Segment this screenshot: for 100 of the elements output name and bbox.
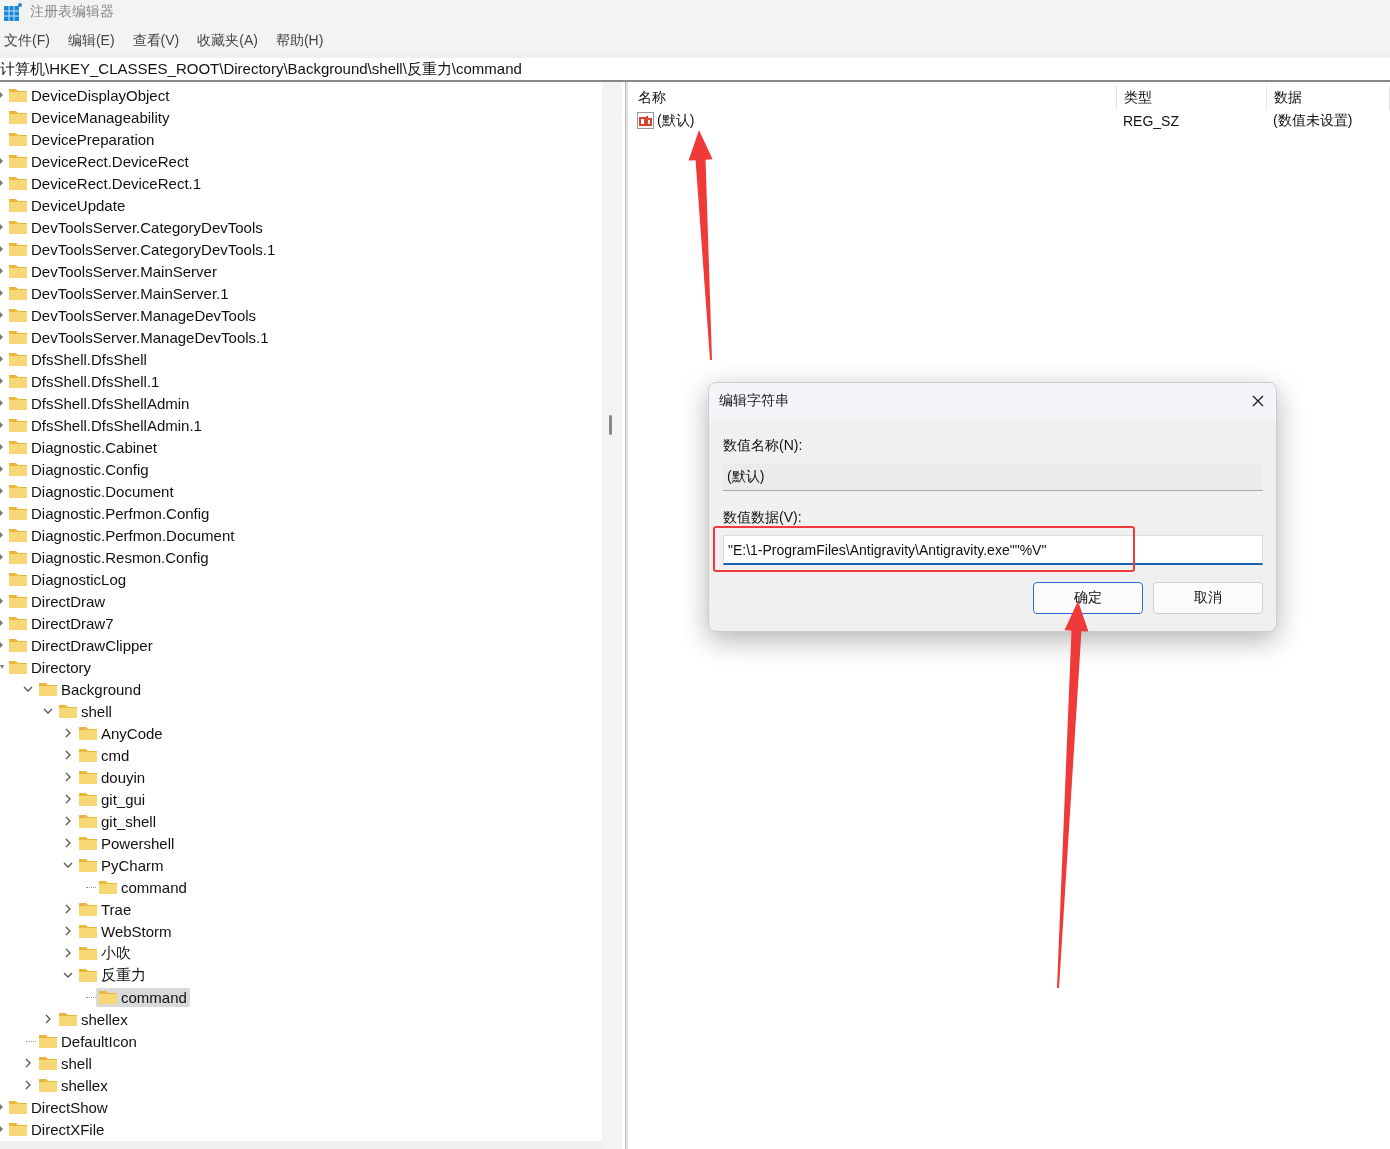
tree-item[interactable]: DfsShell.DfsShell bbox=[6, 349, 150, 369]
tree-item[interactable]: shellex bbox=[56, 1009, 131, 1029]
chevron-down-icon[interactable] bbox=[23, 684, 33, 694]
chevron-down-icon[interactable] bbox=[63, 970, 73, 980]
tree-item[interactable]: DirectDraw bbox=[6, 591, 109, 611]
value-data-field[interactable]: "E:\1-ProgramFiles\Antigravity\Antigravity.exe""%V" bbox=[723, 535, 1263, 565]
tree-item[interactable]: Trae bbox=[76, 899, 135, 919]
chevron-right-icon[interactable] bbox=[0, 554, 4, 560]
chevron-right-icon[interactable] bbox=[0, 598, 4, 604]
tree-item[interactable]: DirectXFile bbox=[6, 1119, 108, 1139]
chevron-right-icon[interactable] bbox=[0, 158, 4, 164]
chevron-right-icon[interactable] bbox=[0, 400, 4, 406]
chevron-down-icon[interactable] bbox=[43, 706, 53, 716]
tree-item[interactable]: DevToolsServer.MainServer.1 bbox=[6, 283, 232, 303]
chevron-right-icon[interactable] bbox=[0, 510, 4, 516]
tree-item[interactable]: WebStorm bbox=[76, 921, 175, 941]
chevron-right-icon[interactable] bbox=[0, 312, 4, 318]
chevron-right-icon[interactable] bbox=[0, 1126, 4, 1132]
tree-item[interactable]: Powershell bbox=[76, 833, 178, 853]
chevron-right-icon[interactable] bbox=[63, 838, 73, 848]
chevron-down-icon[interactable] bbox=[0, 664, 4, 670]
chevron-right-icon[interactable] bbox=[0, 92, 4, 98]
chevron-right-icon[interactable] bbox=[0, 422, 4, 428]
tree-item[interactable]: DirectDraw7 bbox=[6, 613, 117, 633]
tree-item[interactable]: DevToolsServer.CategoryDevTools bbox=[6, 217, 266, 237]
chevron-right-icon[interactable] bbox=[0, 224, 4, 230]
tree-item[interactable]: 反重力 bbox=[76, 964, 149, 986]
tree-item[interactable]: DevToolsServer.CategoryDevTools.1 bbox=[6, 239, 279, 259]
chevron-right-icon[interactable] bbox=[23, 1058, 33, 1068]
dialog-button[interactable]: 取消 bbox=[1153, 582, 1263, 614]
tree-item[interactable]: Diagnostic.Cabinet bbox=[6, 437, 160, 457]
tree-item[interactable]: shell bbox=[36, 1053, 95, 1073]
chevron-right-icon[interactable] bbox=[23, 1080, 33, 1090]
tree-item[interactable]: DevToolsServer.ManageDevTools bbox=[6, 305, 260, 325]
tree-item[interactable]: DevicePreparation bbox=[6, 129, 158, 149]
tree-item[interactable]: DirectDrawClipper bbox=[6, 635, 156, 655]
tree-item[interactable]: command bbox=[96, 987, 190, 1007]
tree-item[interactable]: Diagnostic.Resmon.Config bbox=[6, 547, 212, 567]
menu-item[interactable]: 查看(V) bbox=[132, 32, 180, 52]
column-header[interactable]: 名称 bbox=[631, 86, 1117, 110]
chevron-right-icon[interactable] bbox=[0, 180, 4, 186]
tree-item[interactable]: 小吹 bbox=[76, 942, 134, 964]
tree-item[interactable]: cmd bbox=[76, 745, 133, 765]
chevron-down-icon[interactable] bbox=[63, 860, 73, 870]
chevron-right-icon[interactable] bbox=[63, 926, 73, 936]
tree-item[interactable]: DefaultIcon bbox=[36, 1031, 140, 1051]
chevron-right-icon[interactable] bbox=[0, 620, 4, 626]
scrollbar-thumb[interactable] bbox=[609, 415, 612, 435]
menu-item[interactable]: 文件(F) bbox=[4, 32, 50, 52]
chevron-right-icon[interactable] bbox=[0, 378, 4, 384]
address-bar[interactable]: 计算机\HKEY_CLASSES_ROOT\Directory\Background\shell\反重力\command bbox=[0, 54, 1390, 82]
tree-item[interactable]: Directory bbox=[6, 657, 94, 677]
tree-item[interactable]: DfsShell.DfsShellAdmin bbox=[6, 393, 193, 413]
chevron-right-icon[interactable] bbox=[0, 356, 4, 362]
dialog-button[interactable]: 确定 bbox=[1033, 582, 1143, 614]
tree-item[interactable]: DfsShell.DfsShell.1 bbox=[6, 371, 163, 391]
tree-item[interactable]: DeviceRect.DeviceRect.1 bbox=[6, 173, 205, 193]
chevron-right-icon[interactable] bbox=[63, 816, 73, 826]
chevron-right-icon[interactable] bbox=[0, 1104, 4, 1110]
tree-item[interactable]: DeviceUpdate bbox=[6, 195, 129, 215]
chevron-right-icon[interactable] bbox=[63, 794, 73, 804]
tree-item[interactable]: DeviceDisplayObject bbox=[6, 85, 173, 105]
chevron-right-icon[interactable] bbox=[0, 488, 4, 494]
chevron-right-icon[interactable] bbox=[63, 904, 73, 914]
chevron-right-icon[interactable] bbox=[63, 750, 73, 760]
chevron-right-icon[interactable] bbox=[0, 246, 4, 252]
menu-item[interactable]: 编辑(E) bbox=[67, 32, 115, 52]
tree-item[interactable]: git_shell bbox=[76, 811, 160, 831]
tree-item[interactable]: Diagnostic.Perfmon.Document bbox=[6, 525, 238, 545]
tree-item[interactable]: git_gui bbox=[76, 789, 149, 809]
column-header[interactable]: 数据 bbox=[1267, 86, 1390, 110]
column-header[interactable]: 类型 bbox=[1117, 86, 1267, 110]
value-name-field[interactable]: (默认) bbox=[723, 463, 1263, 491]
tree-item[interactable]: Background bbox=[36, 679, 145, 699]
chevron-right-icon[interactable] bbox=[63, 948, 73, 958]
tree-item[interactable]: DfsShell.DfsShellAdmin.1 bbox=[6, 415, 205, 435]
tree-item[interactable]: Diagnostic.Config bbox=[6, 459, 152, 479]
chevron-right-icon[interactable] bbox=[63, 772, 73, 782]
close-icon[interactable] bbox=[1252, 395, 1264, 407]
tree-item[interactable]: DevToolsServer.MainServer bbox=[6, 261, 220, 281]
chevron-right-icon[interactable] bbox=[63, 728, 73, 738]
chevron-right-icon[interactable] bbox=[0, 642, 4, 648]
tree-item[interactable]: AnyCode bbox=[76, 723, 166, 743]
tree-item[interactable]: DiagnosticLog bbox=[6, 569, 130, 589]
chevron-right-icon[interactable] bbox=[0, 334, 4, 340]
chevron-right-icon[interactable] bbox=[0, 532, 4, 538]
menu-item[interactable]: 帮助(H) bbox=[275, 32, 324, 52]
menu-item[interactable]: 收藏夹(A) bbox=[197, 32, 258, 52]
chevron-right-icon[interactable] bbox=[0, 268, 4, 274]
chevron-right-icon[interactable] bbox=[43, 1014, 53, 1024]
tree-item[interactable]: shellex bbox=[36, 1075, 111, 1095]
tree-item[interactable]: DevToolsServer.ManageDevTools.1 bbox=[6, 327, 272, 347]
tree-item[interactable]: command bbox=[96, 877, 190, 897]
chevron-right-icon[interactable] bbox=[0, 466, 4, 472]
tree-item[interactable]: DeviceRect.DeviceRect bbox=[6, 151, 192, 171]
tree-item[interactable]: shell bbox=[56, 701, 115, 721]
chevron-right-icon[interactable] bbox=[0, 444, 4, 450]
tree-item[interactable]: douyin bbox=[76, 767, 149, 787]
tree-item[interactable]: DeviceManageability bbox=[6, 107, 173, 127]
chevron-right-icon[interactable] bbox=[0, 290, 4, 296]
